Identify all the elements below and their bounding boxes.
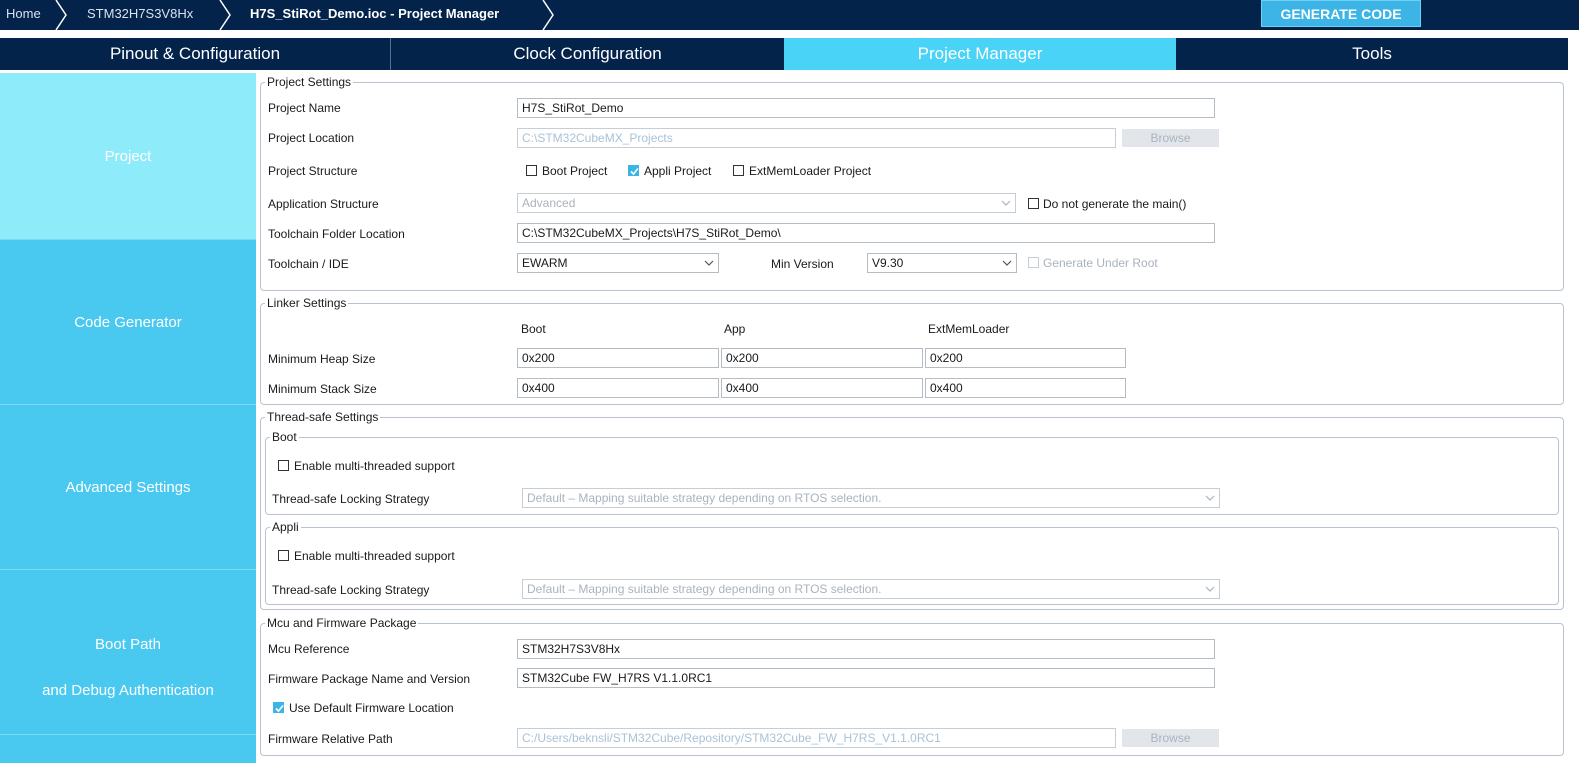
no-main-checkbox[interactable] (1028, 198, 1039, 209)
no-main-label: Do not generate the main() (1043, 197, 1187, 211)
appli-locking-strategy-label: Thread-safe Locking Strategy (272, 583, 430, 597)
chevron-down-icon (1002, 260, 1012, 266)
checkmark-icon (630, 167, 639, 176)
min-version-select[interactable]: V9.30 (867, 253, 1017, 273)
appli-multithread-checkbox[interactable] (278, 550, 289, 561)
appli-locking-strategy-select[interactable]: Default – Mapping suitable strategy depe… (522, 579, 1220, 599)
firmware-package-input[interactable]: STM32Cube FW_H7RS V1.1.0RC1 (517, 668, 1215, 688)
group-legend: Mcu and Firmware Package (265, 616, 419, 630)
project-name-label: Project Name (268, 101, 341, 115)
firmware-path-label: Firmware Relative Path (268, 732, 393, 746)
mcu-reference-label: Mcu Reference (268, 642, 350, 656)
group-legend: Boot (270, 430, 299, 444)
tab-tools[interactable]: Tools (1176, 38, 1568, 70)
group-legend: Project Settings (265, 75, 354, 89)
heap-app-input[interactable]: 0x200 (721, 348, 923, 368)
stack-boot-input[interactable]: 0x400 (517, 378, 719, 398)
breadcrumb-mcu[interactable]: STM32H7S3V8Hx (87, 0, 193, 30)
boot-multithread-label: Enable multi-threaded support (294, 459, 455, 473)
chevron-down-icon (1001, 200, 1011, 206)
chevron-right-icon (55, 0, 67, 30)
appli-project-label: Appli Project (644, 164, 712, 178)
boot-project-checkbox[interactable] (526, 165, 537, 176)
breadcrumb-project[interactable]: H7S_StiRot_Demo.ioc - Project Manager (250, 0, 499, 30)
sidebar-item-label: Advanced Settings (65, 479, 191, 496)
boot-locking-strategy-select[interactable]: Default – Mapping suitable strategy depe… (522, 488, 1220, 508)
sidebar-item-code-generator[interactable]: Code Generator (0, 240, 256, 405)
toolchain-ide-select[interactable]: EWARM (517, 253, 719, 273)
min-version-label: Min Version (771, 257, 834, 271)
project-name-input[interactable]: H7S_StiRot_Demo (517, 98, 1215, 118)
extmemloader-project-label: ExtMemLoader Project (749, 164, 872, 178)
tab-clock-configuration[interactable]: Clock Configuration (391, 38, 784, 70)
chevron-right-icon (219, 0, 231, 30)
toolchain-ide-label: Toolchain / IDE (268, 257, 349, 271)
toolchain-folder-input[interactable]: C:\STM32CubeMX_Projects\H7S_StiRot_Demo\ (517, 223, 1215, 243)
use-default-fw-checkbox[interactable] (273, 702, 284, 713)
firmware-package-label: Firmware Package Name and Version (268, 672, 471, 686)
select-value: Default – Mapping suitable strategy depe… (527, 582, 882, 596)
sidebar-item-project[interactable]: Project (0, 73, 256, 240)
group-legend: Thread-safe Settings (265, 410, 381, 424)
generate-under-root-label: Generate Under Root (1043, 256, 1158, 270)
sidebar-item-advanced-settings[interactable]: Advanced Settings (0, 405, 256, 570)
application-structure-label: Application Structure (268, 197, 379, 211)
project-structure-label: Project Structure (268, 164, 358, 178)
stack-app-input[interactable]: 0x400 (721, 378, 923, 398)
main-tabs: Pinout & Configuration Clock Configurati… (0, 38, 1568, 70)
browse-location-button[interactable]: Browse (1122, 129, 1219, 147)
select-value: Default – Mapping suitable strategy depe… (527, 491, 882, 505)
col-boot-label: Boot (521, 322, 546, 336)
project-location-label: Project Location (268, 131, 355, 145)
browse-firmware-button[interactable]: Browse (1122, 729, 1219, 747)
use-default-fw-label: Use Default Firmware Location (289, 701, 454, 715)
sidebar: Project Code Generator Advanced Settings… (0, 73, 256, 763)
chevron-down-icon (1205, 495, 1215, 501)
sidebar-item-label: Code Generator (74, 314, 182, 331)
group-legend: Linker Settings (265, 296, 349, 310)
boot-multithread-checkbox[interactable] (278, 460, 289, 471)
breadcrumb-bar: Home STM32H7S3V8Hx H7S_StiRot_Demo.ioc -… (0, 0, 1579, 30)
min-stack-label: Minimum Stack Size (268, 382, 377, 396)
chevron-down-icon (1205, 586, 1215, 592)
generate-under-root-checkbox[interactable] (1028, 257, 1039, 268)
tab-project-manager[interactable]: Project Manager (784, 38, 1176, 70)
chevron-right-icon (542, 0, 554, 30)
generate-code-button[interactable]: GENERATE CODE (1261, 0, 1421, 27)
boot-locking-strategy-label: Thread-safe Locking Strategy (272, 492, 430, 506)
sidebar-item-boot-path[interactable]: Boot Path and Debug Authentication (0, 570, 256, 735)
stack-extmem-input[interactable]: 0x400 (925, 378, 1126, 398)
col-app-label: App (724, 322, 746, 336)
breadcrumb-home[interactable]: Home (6, 0, 41, 30)
heap-extmem-input[interactable]: 0x200 (925, 348, 1126, 368)
sidebar-item-label: and Debug Authentication (42, 682, 214, 699)
select-value: Advanced (522, 196, 576, 210)
tab-pinout-configuration[interactable]: Pinout & Configuration (0, 38, 391, 70)
col-extmemloader-label: ExtMemLoader (928, 322, 1010, 336)
appli-multithread-label: Enable multi-threaded support (294, 549, 455, 563)
sidebar-item-label: Boot Path (95, 636, 161, 653)
project-location-input[interactable]: C:\STM32CubeMX_Projects (517, 128, 1116, 148)
boot-project-label: Boot Project (542, 164, 608, 178)
sidebar-item-label: Project (104, 148, 152, 165)
firmware-path-input[interactable]: C:/Users/beknsli/STM32Cube/Repository/ST… (517, 728, 1116, 748)
select-value: V9.30 (872, 256, 904, 270)
toolchain-folder-label: Toolchain Folder Location (268, 227, 405, 241)
checkmark-icon (275, 704, 284, 713)
mcu-reference-input[interactable]: STM32H7S3V8Hx (517, 639, 1215, 659)
group-legend: Appli (270, 520, 301, 534)
chevron-down-icon (704, 260, 714, 266)
appli-project-checkbox[interactable] (628, 165, 639, 176)
heap-boot-input[interactable]: 0x200 (517, 348, 719, 368)
select-value: EWARM (522, 256, 568, 270)
min-heap-label: Minimum Heap Size (268, 352, 376, 366)
application-structure-select[interactable]: Advanced (517, 193, 1016, 213)
extmemloader-project-checkbox[interactable] (733, 165, 744, 176)
